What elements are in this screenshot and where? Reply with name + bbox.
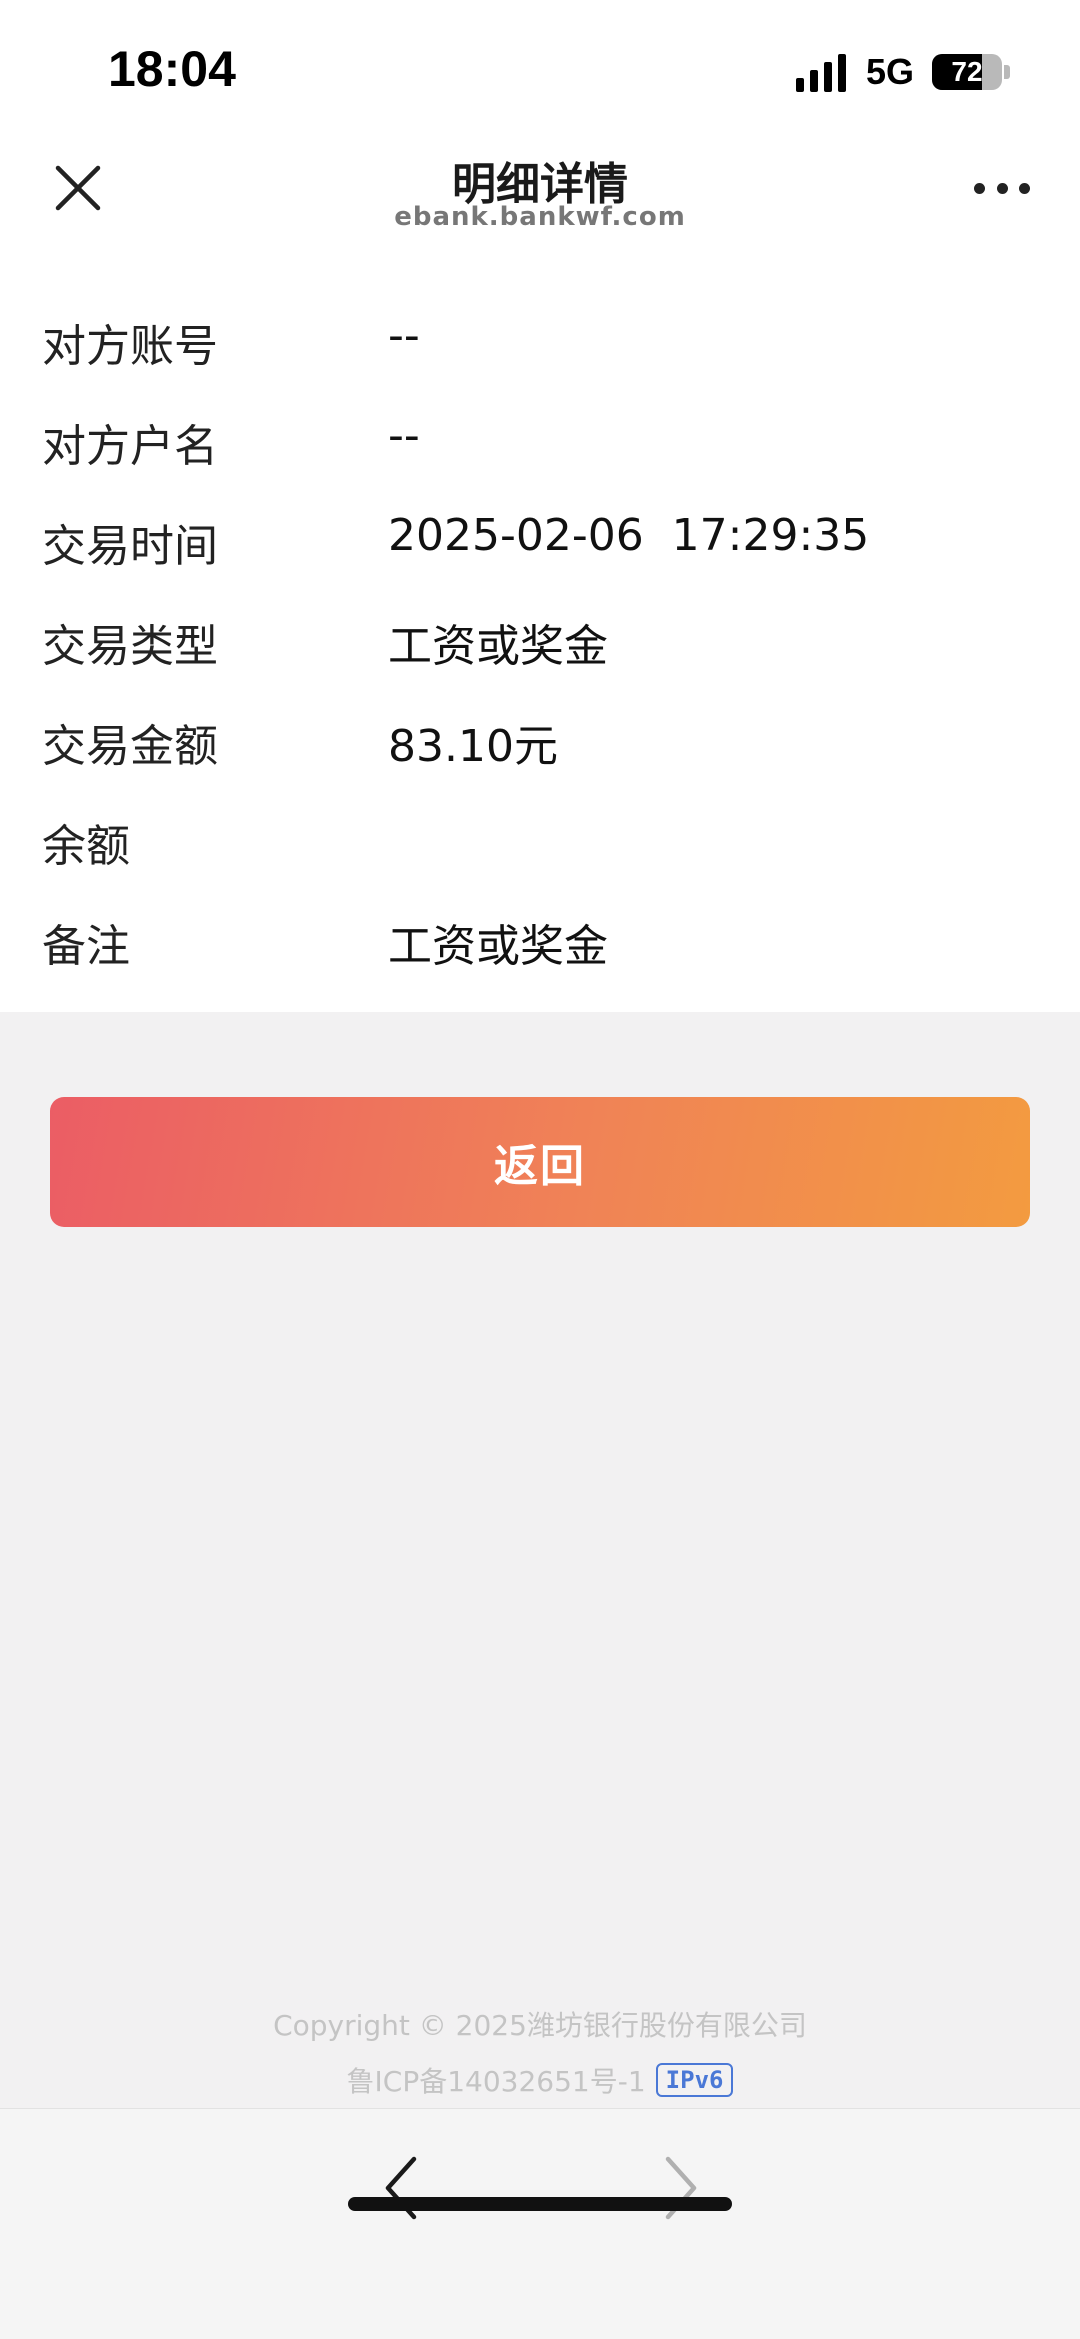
battery-level: 72	[951, 56, 983, 87]
detail-value: 83.10元	[388, 721, 558, 772]
network-type: 5G	[865, 51, 914, 92]
detail-value: --	[388, 410, 420, 461]
more-icon[interactable]	[974, 170, 1030, 206]
detail-row-counterparty-account: 对方账号 --	[0, 282, 1080, 382]
detail-row-transaction-type: 交易类型 工资或奖金	[0, 582, 1080, 682]
detail-row-remark: 备注 工资或奖金	[0, 882, 1080, 982]
detail-label: 交易类型	[42, 621, 218, 672]
detail-row-counterparty-name: 对方户名 --	[0, 382, 1080, 482]
status-time: 18:04	[108, 41, 236, 97]
ipv6-badge: IPv6	[655, 2063, 734, 2097]
detail-value: 工资或奖金	[388, 921, 608, 972]
browser-toolbar	[0, 2108, 1080, 2339]
page: 18:04 5G 72 明细详情 ebank.bankwf.com 对方账号 -…	[0, 0, 1080, 2339]
status-bar: 18:04 5G 72	[0, 0, 1080, 130]
detail-row-transaction-time: 交易时间 2025-02-06 17:29:35	[0, 482, 1080, 582]
detail-label: 交易金额	[42, 721, 218, 772]
detail-label: 对方户名	[42, 421, 218, 472]
detail-label: 对方账号	[42, 321, 218, 372]
return-button[interactable]: 返回	[50, 1097, 1030, 1227]
detail-row-transaction-amount: 交易金额 83.10元	[0, 682, 1080, 782]
chevron-left-icon[interactable]	[378, 2153, 424, 2223]
detail-label: 余额	[42, 821, 130, 872]
copyright-text: Copyright © 2025潍坊银行股份有限公司	[273, 2009, 807, 2042]
icp-text: 鲁ICP备14032651号-1	[346, 2065, 646, 2098]
nav-header: 明细详情 ebank.bankwf.com	[0, 130, 1080, 260]
detail-value: --	[388, 310, 420, 361]
home-indicator[interactable]	[348, 2197, 732, 2211]
signal-icon	[795, 52, 846, 92]
icp-line: 鲁ICP备14032651号-1 IPv6	[0, 2060, 1080, 2100]
detail-label: 备注	[42, 921, 130, 972]
battery-tip	[1004, 65, 1010, 79]
detail-label: 交易时间	[42, 521, 218, 572]
detail-row-balance: 余额	[0, 782, 1080, 882]
detail-value: 2025-02-06 17:29:35	[388, 510, 870, 561]
status-indicators: 5G 72	[795, 50, 1010, 94]
page-domain: ebank.bankwf.com	[394, 202, 686, 232]
chevron-right-icon[interactable]	[658, 2153, 704, 2223]
transaction-details: 对方账号 -- 对方户名 -- 交易时间 2025-02-06 17:29:35…	[0, 260, 1080, 1012]
detail-value: 工资或奖金	[388, 621, 608, 672]
battery-icon: 72	[932, 54, 1002, 90]
